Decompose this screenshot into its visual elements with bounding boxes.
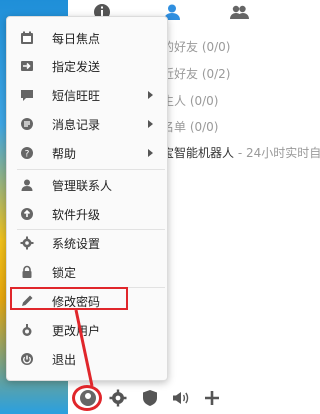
menu-item-label: 退出	[52, 352, 77, 367]
message-icon	[20, 88, 34, 102]
menu-item-lock[interactable]: 锁定	[7, 259, 167, 285]
menu-item-label: 系统设置	[52, 236, 101, 251]
main-menu: 每日焦点 指定发送 短信旺旺 消息记录 ? 帮助 管理联系人 软件升级 系统设置…	[6, 16, 168, 381]
tab-groups[interactable]	[229, 2, 249, 22]
menu-item-send-to[interactable]: 指定发送	[7, 53, 167, 79]
menu-item-label: 指定发送	[52, 59, 101, 74]
gear-icon	[20, 236, 34, 250]
submenu-arrow-icon	[148, 120, 153, 128]
history-icon	[20, 117, 34, 131]
menu-divider	[17, 169, 165, 170]
menu-item-upgrade[interactable]: 软件升级	[7, 201, 167, 227]
menu-item-label: 管理联系人	[52, 178, 113, 193]
speaker-icon[interactable]	[170, 388, 190, 408]
menu-item-label: 消息记录	[52, 117, 101, 132]
menu-item-label: 每日焦点	[52, 31, 101, 46]
menu-item-switch-user[interactable]: 更改用户	[7, 317, 167, 343]
menu-item-manage-contacts[interactable]: 管理联系人	[7, 172, 167, 198]
menu-item-settings[interactable]: 系统设置	[7, 230, 167, 256]
highlight-box	[10, 287, 128, 310]
help-icon: ?	[20, 146, 34, 160]
menu-item-daily-focus[interactable]: 每日焦点	[7, 25, 167, 51]
upgrade-icon	[20, 207, 34, 221]
menu-item-exit[interactable]: 退出	[7, 346, 167, 372]
svg-text:?: ?	[25, 150, 30, 160]
menu-item-help[interactable]: ? 帮助	[7, 140, 167, 166]
contact-icon	[20, 178, 34, 192]
menu-item-message-history[interactable]: 消息记录	[7, 111, 167, 137]
robot-desc: - 24小时实时自动	[237, 146, 320, 160]
lock-icon	[20, 265, 34, 279]
submenu-arrow-icon	[148, 91, 153, 99]
submenu-arrow-icon	[148, 149, 153, 157]
menu-item-label: 短信旺旺	[52, 88, 101, 103]
menu-item-label: 软件升级	[52, 207, 101, 222]
robot-contact: 淘宝智能机器人 - 24小时实时自动	[150, 144, 320, 161]
add-icon[interactable]	[202, 388, 222, 408]
gear-icon[interactable]	[108, 388, 128, 408]
menu-item-label: 锁定	[52, 265, 77, 280]
send-arrow-icon	[20, 59, 34, 73]
change-user-icon	[20, 323, 34, 337]
power-icon	[20, 352, 34, 366]
menu-item-label: 更改用户	[52, 323, 101, 338]
highlight-circle	[72, 385, 102, 411]
menu-item-sms[interactable]: 短信旺旺	[7, 82, 167, 108]
menu-item-label: 帮助	[52, 146, 77, 161]
shield-icon[interactable]	[140, 388, 160, 408]
calendar-icon	[20, 31, 34, 45]
